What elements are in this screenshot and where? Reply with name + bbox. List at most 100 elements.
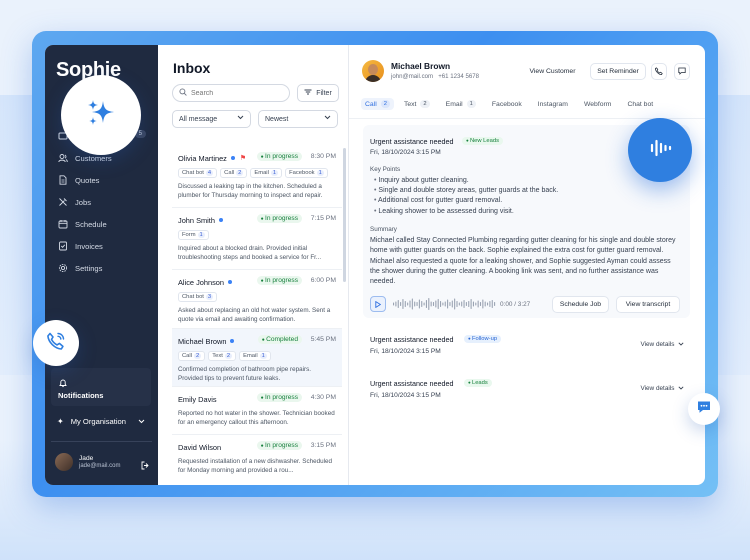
tab-instagram[interactable]: Instagram (538, 101, 568, 108)
channel-chip: Form 1 (178, 230, 209, 240)
voice-assistant-button[interactable] (628, 118, 692, 182)
waveform-bar (470, 299, 472, 309)
search-input[interactable] (191, 89, 281, 97)
contact-name: Michael Brown (391, 61, 451, 71)
users-icon (58, 153, 68, 163)
waveform-bar (484, 301, 486, 307)
sound-wave-icon (648, 138, 672, 163)
waveform-bar (489, 301, 491, 307)
sidebar-item-jobs[interactable]: Jobs (45, 191, 158, 213)
logout-icon[interactable] (141, 457, 150, 475)
waveform-bar (404, 301, 406, 307)
waveform-bar (465, 302, 467, 306)
unread-dot (230, 339, 235, 343)
tab-webform[interactable]: Webform (584, 101, 611, 108)
view-details-link[interactable]: View details (640, 341, 684, 348)
contact-name: Alice Johnson (178, 277, 225, 287)
message-button[interactable] (674, 63, 690, 80)
audio-waveform[interactable] (392, 297, 496, 311)
sidebar-item-schedule[interactable]: Schedule (45, 213, 158, 235)
key-point: Additional cost for gutter guard removal… (374, 196, 558, 206)
list-item-selected[interactable]: Michael Brown Completed 5:45 PM Call2 Te… (172, 329, 342, 387)
list-item[interactable]: David Wilson In progress 3:15 PM Request… (172, 435, 342, 475)
sidebar-item-quotes[interactable]: Quotes (45, 169, 158, 191)
conversation-row[interactable]: Urgent assistance needed Leads Fri, 18/1… (370, 379, 684, 409)
conversation-title: Urgent assistance needed (370, 379, 454, 388)
unread-dot (228, 280, 233, 284)
conversation-list: Olivia Martinez ⚑ In progress 8:30 PM Ch… (172, 146, 342, 475)
waveform-bar (477, 300, 479, 308)
timestamp: 6:00 PM (310, 277, 336, 284)
list-item[interactable]: Olivia Martinez ⚑ In progress 8:30 PM Ch… (172, 146, 342, 208)
message-filter-select[interactable]: All message (172, 110, 251, 128)
bell-icon (58, 375, 68, 388)
chevron-down-icon (237, 115, 244, 122)
view-transcript-button[interactable]: View transcript (616, 296, 680, 313)
calendar-icon (58, 219, 68, 229)
channel-chips: Form 1 (178, 230, 336, 240)
waveform-bar (444, 301, 446, 307)
chat-widget[interactable] (688, 393, 720, 425)
waveform-bar (479, 302, 482, 306)
channel-chips: Call 2 Text 2 Email 1 (178, 351, 336, 361)
sidebar-item-settings[interactable]: Settings (45, 257, 158, 279)
chat-icon (678, 67, 686, 77)
contact-email: john@mail.com (391, 73, 434, 80)
tab-facebook[interactable]: Facebook (492, 101, 522, 108)
status-badge: Completed (257, 335, 302, 344)
notifications-item[interactable]: Notifications (51, 368, 151, 406)
chevron-down-icon (324, 115, 331, 122)
phone-ringing-icon (46, 331, 66, 356)
tab-call[interactable]: Call 2 (361, 98, 394, 110)
waveform-bar (430, 301, 432, 307)
waveform-bar (397, 300, 399, 308)
audio-time: 0:00 / 3:27 (500, 300, 531, 308)
sidebar-item-invoices[interactable]: Invoices (45, 235, 158, 257)
play-button[interactable] (370, 296, 386, 312)
tab-email[interactable]: Email 1 (446, 100, 476, 108)
message-preview: Confirmed completion of bathroom pipe re… (178, 366, 312, 382)
channel-chip: Facebook 1 (285, 168, 328, 178)
inbox-title: Inbox (173, 60, 211, 76)
waveform-bar (494, 302, 496, 306)
conversation-date: Fri, 18/10/2024 3:15 PM (370, 149, 441, 156)
waveform-bar (456, 301, 458, 307)
scrollbar[interactable] (343, 148, 346, 282)
list-item[interactable]: Alice Johnson In progress 6:00 PM Chat b… (172, 270, 342, 329)
filter-button[interactable]: Filter (297, 84, 339, 102)
channel-chip: Email 1 (250, 168, 283, 178)
message-preview: Requested installation of a new dishwash… (178, 458, 333, 474)
summary-title: Summary (370, 226, 397, 233)
call-widget[interactable] (33, 320, 79, 366)
view-details-link[interactable]: View details (640, 385, 684, 392)
tab-text[interactable]: Text 2 (404, 100, 430, 108)
conversation-title: Urgent assistance needed (370, 137, 454, 146)
waveform-bar (468, 301, 470, 307)
key-point: Inquiry about gutter cleaning. (374, 176, 558, 186)
user-profile[interactable]: Jade jade@mail.com (55, 451, 150, 473)
organisation-selector[interactable]: ✦ My Organisation (51, 411, 151, 431)
sort-value: Newest (265, 115, 289, 123)
message-preview: Inquired about a blocked drain. Provided… (178, 245, 322, 261)
timestamp: 3:15 PM (310, 442, 336, 449)
user-name: Jade (79, 454, 94, 462)
conversation-row[interactable]: Urgent assistance needed Follow-up Fri, … (370, 335, 684, 365)
schedule-job-button[interactable]: Schedule Job (552, 296, 609, 313)
ai-sparkle-badge (61, 75, 141, 155)
sort-select[interactable]: Newest (258, 110, 338, 128)
waveform-bar (432, 302, 435, 306)
channel-tabs: Call 2 Text 2 Email 1 Facebook Instagram We… (361, 97, 669, 111)
search-box[interactable] (172, 84, 290, 102)
tab-chat-bot[interactable]: Chat bot (627, 101, 653, 108)
view-customer-button[interactable]: View Customer (522, 63, 583, 80)
list-item[interactable]: Emily Davis In progress 4:30 PM Reported… (172, 387, 342, 435)
waveform-bar (423, 302, 425, 306)
phone-button[interactable] (651, 63, 667, 80)
unread-dot (230, 156, 235, 160)
list-item[interactable]: John Smith In progress 7:15 PM Form1 Inq… (172, 208, 342, 270)
set-reminder-button[interactable]: Set Reminder (590, 63, 646, 80)
waveform-bar (451, 300, 453, 308)
sidebar-item-label: Jobs (75, 197, 92, 207)
lead-badge: Leads (464, 379, 492, 387)
waveform-bar (425, 300, 427, 308)
